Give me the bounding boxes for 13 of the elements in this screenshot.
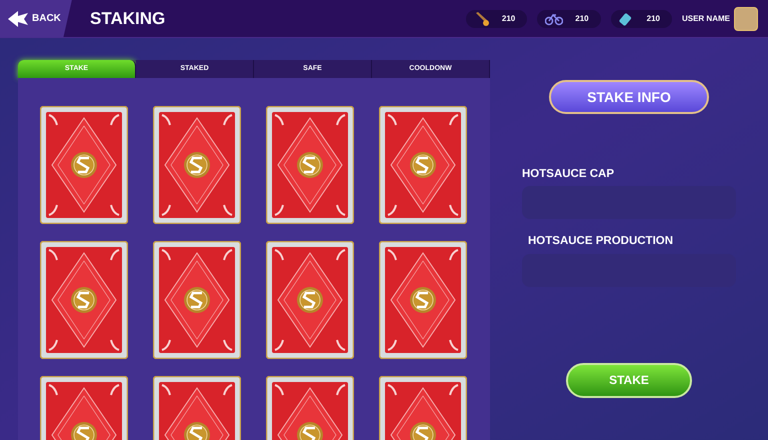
bicycle-icon — [545, 12, 564, 26]
back-button[interactable]: BACK — [0, 0, 72, 38]
stake-info-button[interactable]: STAKE INFO — [549, 80, 709, 114]
user-name: USER NAME — [682, 12, 730, 24]
resource-counter: 210 — [610, 10, 672, 28]
field-label: HOTSAUCE PRODUCTION — [528, 234, 674, 250]
resource-counter: 210 — [537, 10, 601, 28]
field-label: HOTSAUCE CAP — [522, 167, 616, 182]
avatar-placeholder — [734, 6, 758, 30]
torch-icon — [474, 10, 490, 26]
page-title: STAKING — [90, 8, 166, 30]
resource-counter: 210 — [466, 10, 528, 28]
back-arrow-icon — [8, 10, 28, 26]
